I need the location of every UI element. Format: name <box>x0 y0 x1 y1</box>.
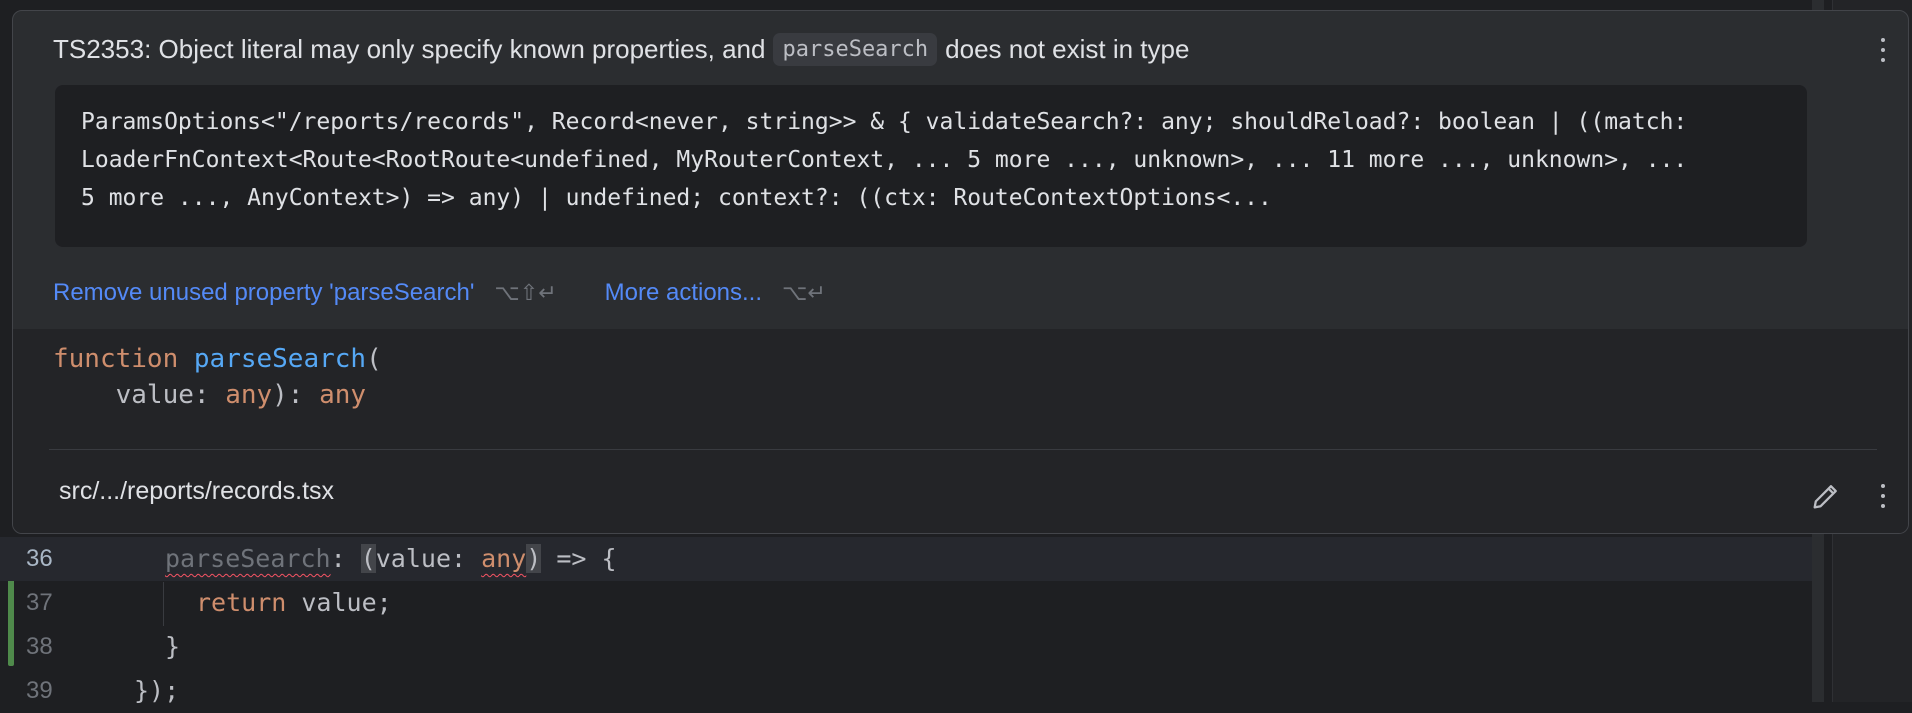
code-token: value: <box>375 544 482 573</box>
divider <box>49 449 1877 450</box>
quick-fix-actions: Remove unused property 'parseSearch' ⌥⇧↵… <box>53 279 826 307</box>
error-title-code: parseSearch <box>773 33 938 66</box>
dot <box>1881 38 1885 42</box>
remove-unused-property-action[interactable]: Remove unused property 'parseSearch' <box>53 279 474 307</box>
pencil-icon[interactable] <box>1809 479 1843 513</box>
code-line-37[interactable]: 37 return value; <box>0 581 1812 625</box>
line-number: 38 <box>26 633 53 660</box>
function-name[interactable]: parseSearch <box>194 344 366 374</box>
code-token: ): <box>272 380 320 410</box>
code-text[interactable]: return value; <box>196 581 392 625</box>
dot <box>1881 484 1885 488</box>
code-line-36[interactable]: 36 parseSearch: (value: any) => { <box>0 537 1812 581</box>
shortcut-hint: ⌥↵ <box>782 280 826 305</box>
line-number: 39 <box>26 677 53 704</box>
code-line-38[interactable]: 38 } <box>0 625 1812 669</box>
code-token: : <box>330 544 361 573</box>
more-vertical-icon[interactable] <box>1873 35 1893 65</box>
type-line: 5 more ..., AnyContext>) => any) | undef… <box>81 185 1272 211</box>
code-token: ( <box>366 344 382 374</box>
dot <box>1881 58 1885 62</box>
error-title-suffix: does not exist in type <box>945 34 1190 64</box>
more-vertical-icon[interactable] <box>1873 481 1893 511</box>
code-token: => { <box>541 544 617 573</box>
code-line-39[interactable]: 39 }); <box>0 669 1812 713</box>
line-number: 37 <box>26 589 53 616</box>
code-text[interactable]: } <box>165 625 180 669</box>
paren-highlight: ( <box>360 544 376 573</box>
param-name: value: <box>53 380 226 410</box>
keyword-return: return <box>196 588 287 617</box>
error-title-prefix: TS2353: Object literal may only specify … <box>53 34 766 64</box>
code-text[interactable]: parseSearch: (value: any) => { <box>165 537 617 581</box>
function-signature: function parseSearch( value: any): any <box>53 341 382 413</box>
indent-guide <box>163 582 164 626</box>
dot <box>1881 504 1885 508</box>
error-title: TS2353: Object literal may only specify … <box>53 33 1189 66</box>
type-any-error[interactable]: any <box>481 544 526 573</box>
file-path-link[interactable]: src/.../reports/records.tsx <box>59 477 334 506</box>
type-line: ParamsOptions<"/reports/records", Record… <box>81 109 1688 135</box>
error-tooltip-popup: TS2353: Object literal may only specify … <box>12 10 1909 534</box>
documentation-section: function parseSearch( value: any): any s… <box>13 329 1908 533</box>
unused-property-parseSearch[interactable]: parseSearch <box>165 544 331 573</box>
param-type: any <box>225 380 273 410</box>
code-text[interactable]: }); <box>134 669 179 713</box>
code-token: value; <box>286 588 392 617</box>
line-number: 36 <box>26 545 53 572</box>
type-line: LoaderFnContext<Route<RootRoute<undefine… <box>81 147 1688 173</box>
more-actions-link[interactable]: More actions... <box>605 279 762 307</box>
keyword-function: function <box>53 344 179 374</box>
dot <box>1881 494 1885 498</box>
dot <box>1881 48 1885 52</box>
return-type: any <box>319 380 367 410</box>
paren-highlight: ) <box>526 544 542 573</box>
shortcut-hint: ⌥⇧↵ <box>494 280 557 305</box>
type-details-box: ParamsOptions<"/reports/records", Record… <box>55 85 1807 247</box>
